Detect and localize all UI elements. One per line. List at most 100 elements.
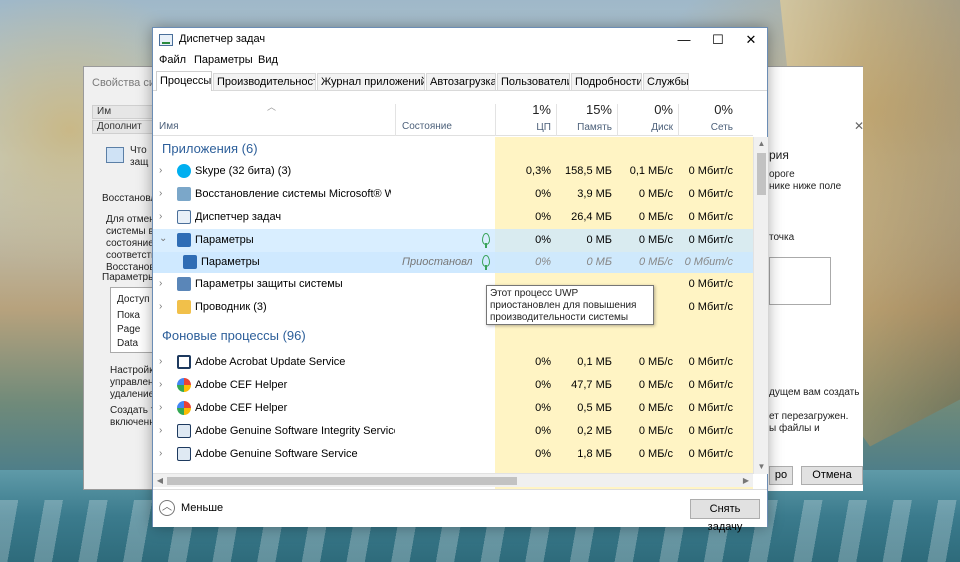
table-row[interactable]: › Восстановление системы Microsoft® Wi..…	[153, 183, 753, 206]
vertical-scroll-thumb[interactable]	[757, 153, 766, 195]
table-row[interactable]: › Параметры защиты системы 0 Мбит/с	[153, 273, 753, 296]
chevron-down-icon[interactable]: ⌄	[159, 233, 167, 244]
bg-restore-box	[769, 257, 831, 305]
bg-ok-button[interactable]: ро	[769, 466, 793, 485]
horizontal-scrollbar[interactable]: ◀ ▶	[153, 473, 753, 487]
tab-details[interactable]: Подробности	[571, 73, 642, 90]
tab-processes[interactable]: Процессы	[156, 71, 212, 91]
network-value: 0 Мбит/с	[688, 278, 733, 290]
disk-value: 0,1 МБ/с	[629, 165, 673, 177]
memory-value: 0,5 МБ	[577, 402, 612, 414]
table-row[interactable]: › Skype (32 бита) (3) 0,3% 158,5 МБ 0,1 …	[153, 160, 753, 183]
group-header[interactable]: Приложения (6)	[153, 137, 753, 160]
disk-value: 0 МБ/с	[638, 256, 673, 268]
table-row[interactable]: › Диспетчер задач 0% 26,4 МБ 0 МБ/с 0 Мб…	[153, 206, 753, 229]
column-disk-label[interactable]: Диск	[617, 122, 673, 133]
column-divider[interactable]	[395, 104, 396, 136]
fewer-details-link[interactable]: Меньше	[181, 502, 223, 514]
vertical-scrollbar[interactable]: ▲ ▼	[753, 137, 768, 474]
bg-text: ы файлы и	[769, 423, 820, 434]
table-row-child[interactable]: Параметры Приостановл... 0% 0 МБ 0 МБ/с …	[153, 252, 753, 273]
disk-value: 0 МБ/с	[638, 379, 673, 391]
tab-users[interactable]: Пользователи	[497, 73, 570, 90]
scroll-right-icon[interactable]: ▶	[739, 474, 753, 488]
table-row[interactable]: › Проводник (3) 0 Мбит/с	[153, 296, 753, 319]
cpu-value: 0%	[535, 234, 551, 246]
scroll-left-icon[interactable]: ◀	[153, 474, 167, 488]
maximize-button[interactable]: ☐	[701, 28, 735, 52]
disk-value: 0 МБ/с	[638, 356, 673, 368]
window-title: Диспетчер задач	[179, 33, 266, 45]
app-window-icon	[177, 447, 191, 461]
chevron-right-icon[interactable]: ›	[159, 402, 162, 413]
column-header: ︿ Имя Состояние 1% ЦП 15% Память 0% Диск…	[153, 92, 753, 136]
process-name: Skype (32 бита) (3)	[195, 165, 292, 177]
process-name: Adobe CEF Helper	[195, 402, 288, 414]
bg-text: точка	[769, 232, 795, 243]
column-network-pct[interactable]: 0%	[677, 102, 733, 117]
horizontal-scroll-thumb[interactable]	[167, 477, 517, 485]
column-memory-label[interactable]: Память	[556, 122, 612, 133]
disk-value: 0 МБ/с	[638, 188, 673, 200]
column-cpu-label[interactable]: ЦП	[495, 122, 551, 133]
table-row-expanded[interactable]: ⌄ Параметры 0% 0 МБ 0 МБ/с 0 Мбит/с	[153, 229, 753, 252]
tab-performance[interactable]: Производительность	[213, 73, 316, 90]
task-manager-icon	[177, 210, 191, 224]
title-bar[interactable]: Диспетчер задач — ☐ ✕	[153, 28, 767, 52]
bg-cancel-button[interactable]: Отмена	[801, 466, 863, 485]
process-name: Параметры	[195, 234, 254, 246]
column-name[interactable]: Имя	[159, 121, 178, 132]
disk-value: 0 МБ/с	[638, 448, 673, 460]
column-disk-pct[interactable]: 0%	[617, 102, 673, 117]
close-button[interactable]: ✕	[734, 28, 768, 52]
tab-services[interactable]: Службы	[643, 73, 689, 90]
bg-text: Пока	[117, 310, 140, 321]
table-row[interactable]: › Adobe Genuine Software Integrity Servi…	[153, 420, 753, 443]
chevron-right-icon[interactable]: ›	[159, 356, 162, 367]
column-memory-pct[interactable]: 15%	[556, 102, 612, 117]
chevron-right-icon[interactable]: ›	[159, 379, 162, 390]
chevron-right-icon[interactable]: ›	[159, 448, 162, 459]
chevron-right-icon[interactable]: ›	[159, 301, 162, 312]
memory-value: 3,9 МБ	[577, 188, 612, 200]
bg-close-icon[interactable]: ✕	[854, 119, 864, 133]
network-value: 0 Мбит/с	[688, 425, 733, 437]
end-task-button[interactable]: Снять задачу	[690, 499, 760, 533]
adobe-cef-icon	[177, 378, 191, 392]
process-name: Adobe Acrobat Update Service	[195, 356, 346, 368]
chevron-right-icon[interactable]: ›	[159, 278, 162, 289]
table-row[interactable]: › Adobe Genuine Software Service 0% 1,8 …	[153, 443, 753, 466]
menu-view[interactable]: Вид	[258, 54, 278, 66]
chevron-right-icon[interactable]: ›	[159, 188, 162, 199]
chevron-up-circle-icon[interactable]: ︿	[159, 500, 175, 516]
group-title: Приложения (6)	[162, 141, 258, 156]
column-cpu-pct[interactable]: 1%	[495, 102, 551, 117]
task-manager-window: Диспетчер задач — ☐ ✕ Файл Параметры Вид…	[152, 27, 768, 533]
cpu-value: 0%	[535, 425, 551, 437]
column-status[interactable]: Состояние	[402, 121, 452, 132]
tab-startup[interactable]: Автозагрузка	[426, 73, 496, 90]
chevron-right-icon[interactable]: ›	[159, 165, 162, 176]
tab-app-history[interactable]: Журнал приложений	[317, 73, 425, 90]
menu-file[interactable]: Файл	[159, 54, 186, 66]
chevron-right-icon[interactable]: ›	[159, 425, 162, 436]
table-row[interactable]: › Adobe CEF Helper 0% 0,5 МБ 0 МБ/с 0 Мб…	[153, 397, 753, 420]
system-restore-icon	[177, 187, 191, 201]
group-header[interactable]: Фоновые процессы (96)	[153, 324, 753, 347]
scroll-up-icon[interactable]: ▲	[754, 137, 769, 151]
column-network-label[interactable]: Сеть	[677, 122, 733, 133]
bg-tab-name[interactable]: Им	[92, 105, 160, 119]
process-name: Восстановление системы Microsoft® Wi...	[195, 188, 391, 200]
cpu-value: 0%	[535, 356, 551, 368]
process-status: Приостановл...	[402, 256, 472, 268]
menu-options[interactable]: Параметры	[194, 54, 253, 66]
bg-text: включенн	[110, 417, 155, 428]
table-row[interactable]: › Adobe CEF Helper 0% 47,7 МБ 0 МБ/с 0 М…	[153, 374, 753, 397]
minimize-button[interactable]: —	[667, 28, 701, 52]
scroll-down-icon[interactable]: ▼	[754, 460, 769, 474]
table-row[interactable]: › Adobe Acrobat Update Service 0% 0,1 МБ…	[153, 351, 753, 374]
suspended-leaf-icon	[482, 233, 490, 248]
bg-drive-list[interactable]: Доступ Пока Page Data	[110, 287, 154, 353]
bg-tab-advanced[interactable]: Дополнит	[92, 120, 160, 134]
chevron-right-icon[interactable]: ›	[159, 211, 162, 222]
